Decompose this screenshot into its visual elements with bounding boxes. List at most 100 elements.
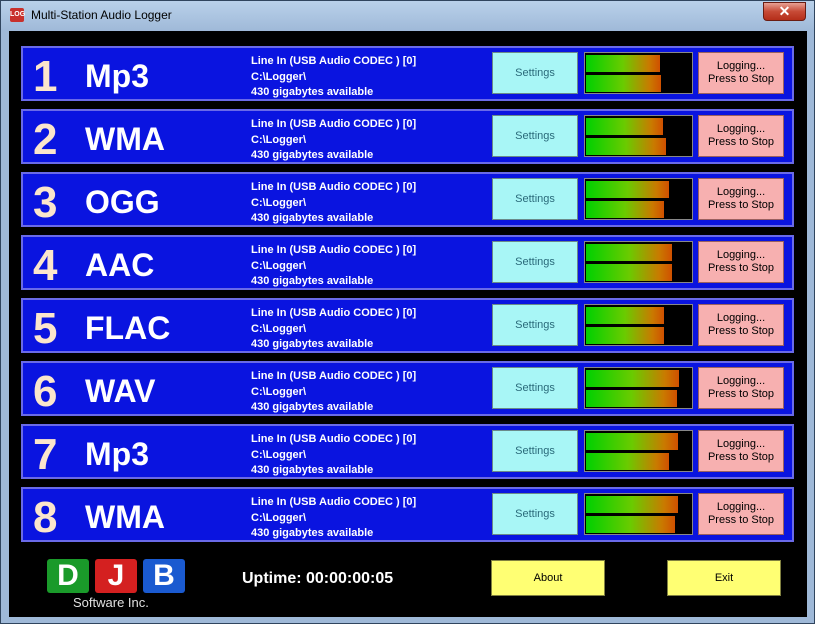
level-bar-right: [586, 264, 672, 281]
disk-space: 430 gigabytes available: [251, 464, 374, 476]
input-device: Line In (USB Audio CODEC ) [0]: [251, 55, 417, 67]
output-path: C:\Logger\: [251, 385, 306, 398]
station-format: OGG: [85, 184, 160, 220]
station-format: WMA: [85, 121, 165, 157]
logging-stop-button[interactable]: Logging... Press to Stop: [698, 52, 784, 94]
level-bar-left: [586, 496, 678, 513]
level-bar-left: [586, 433, 678, 450]
station-info: Line In (USB Audio CODEC ) [0] C:\Logger\…: [251, 495, 416, 542]
logging-stop-button[interactable]: Logging... Press to Stop: [698, 115, 784, 157]
station-row-7: 7 Mp3 Line In (USB Audio CODEC ) [0] C:\Log…: [21, 424, 794, 479]
level-meter: [584, 493, 693, 535]
logging-action: Press to Stop: [707, 514, 775, 526]
logo-letter-b: B: [143, 559, 185, 593]
input-device: Line In (USB Audio CODEC ) [0]: [251, 496, 417, 508]
settings-button[interactable]: Settings: [492, 178, 578, 220]
level-bar-right: [586, 138, 666, 155]
station-number: 4: [33, 241, 58, 290]
settings-button[interactable]: Settings: [492, 493, 578, 535]
close-button[interactable]: ✕: [763, 2, 806, 21]
station-number: 3: [33, 178, 58, 227]
logging-action: Press to Stop: [707, 136, 775, 148]
logging-status: Logging...: [716, 123, 766, 135]
level-meter: [584, 115, 693, 157]
station-row-4: 4 AAC Line In (USB Audio CODEC ) [0] C:\Log…: [21, 235, 794, 290]
station-row-8: 8 WMA Line In (USB Audio CODEC ) [0] C:\Log…: [21, 487, 794, 542]
output-path: C:\Logger\: [251, 196, 306, 209]
level-bar-left: [586, 118, 663, 135]
app-icon: LOG: [10, 8, 25, 22]
logging-action: Press to Stop: [707, 325, 775, 337]
logging-status: Logging...: [716, 60, 766, 72]
logging-stop-button[interactable]: Logging... Press to Stop: [698, 178, 784, 220]
level-bar-left: [586, 307, 664, 324]
disk-space: 430 gigabytes available: [251, 275, 374, 287]
logging-stop-button[interactable]: Logging... Press to Stop: [698, 493, 784, 535]
level-meter: [584, 430, 693, 472]
settings-button[interactable]: Settings: [492, 367, 578, 409]
logging-status: Logging...: [716, 312, 766, 324]
settings-button[interactable]: Settings: [492, 430, 578, 472]
exit-button[interactable]: Exit: [667, 560, 781, 596]
settings-button[interactable]: Settings: [492, 241, 578, 283]
station-number: 5: [33, 304, 58, 353]
level-bar-right: [586, 327, 664, 344]
djb-logo: D J B Software Inc.: [47, 559, 187, 610]
station-number: 2: [33, 115, 58, 164]
logging-status: Logging...: [716, 501, 766, 513]
logging-status: Logging...: [716, 375, 766, 387]
station-info: Line In (USB Audio CODEC ) [0] C:\Logger\…: [251, 369, 416, 416]
station-format: WAV: [85, 373, 156, 409]
station-format: FLAC: [85, 310, 171, 346]
logging-stop-button[interactable]: Logging... Press to Stop: [698, 367, 784, 409]
title-bar[interactable]: LOG Multi-Station Audio Logger ✕: [1, 1, 814, 31]
station-info: Line In (USB Audio CODEC ) [0] C:\Logger\…: [251, 180, 416, 227]
input-device: Line In (USB Audio CODEC ) [0]: [251, 118, 417, 130]
window-title: Multi-Station Audio Logger: [31, 8, 172, 22]
output-path: C:\Logger\: [251, 133, 306, 146]
station-number: 6: [33, 367, 58, 416]
station-format: Mp3: [85, 58, 149, 94]
logging-stop-button[interactable]: Logging... Press to Stop: [698, 304, 784, 346]
settings-button[interactable]: Settings: [492, 115, 578, 157]
output-path: C:\Logger\: [251, 259, 306, 272]
station-row-2: 2 WMA Line In (USB Audio CODEC ) [0] C:\Log…: [21, 109, 794, 164]
station-row-3: 3 OGG Line In (USB Audio CODEC ) [0] C:\Log…: [21, 172, 794, 227]
logging-action: Press to Stop: [707, 451, 775, 463]
logging-stop-button[interactable]: Logging... Press to Stop: [698, 241, 784, 283]
logo-letter-d: D: [47, 559, 89, 593]
logging-status: Logging...: [716, 186, 766, 198]
input-device: Line In (USB Audio CODEC ) [0]: [251, 181, 417, 193]
station-number: 1: [33, 52, 58, 101]
station-row-1: 1 Mp3 Line In (USB Audio CODEC ) [0] C:\Log…: [21, 46, 794, 101]
level-bar-left: [586, 55, 660, 72]
disk-space: 430 gigabytes available: [251, 212, 374, 224]
disk-space: 430 gigabytes available: [251, 149, 374, 161]
logging-action: Press to Stop: [707, 262, 775, 274]
station-row-5: 5 FLAC Line In (USB Audio CODEC ) [0] C:\Lo…: [21, 298, 794, 353]
station-format: WMA: [85, 499, 165, 535]
level-bar-right: [586, 201, 664, 218]
logging-action: Press to Stop: [707, 199, 775, 211]
logging-status: Logging...: [716, 249, 766, 261]
output-path: C:\Logger\: [251, 322, 306, 335]
station-info: Line In (USB Audio CODEC ) [0] C:\Logger\…: [251, 432, 416, 479]
logging-stop-button[interactable]: Logging... Press to Stop: [698, 430, 784, 472]
level-bar-right: [586, 390, 677, 407]
settings-button[interactable]: Settings: [492, 52, 578, 94]
output-path: C:\Logger\: [251, 448, 306, 461]
settings-button[interactable]: Settings: [492, 304, 578, 346]
app-window: LOG Multi-Station Audio Logger ✕ 1 Mp3 Lin…: [0, 0, 815, 624]
client-area: 1 Mp3 Line In (USB Audio CODEC ) [0] C:\Log…: [9, 31, 807, 617]
station-format: Mp3: [85, 436, 149, 472]
level-bar-right: [586, 516, 675, 533]
logo-letter-j: J: [95, 559, 137, 593]
level-bar-right: [586, 453, 669, 470]
input-device: Line In (USB Audio CODEC ) [0]: [251, 433, 417, 445]
disk-space: 430 gigabytes available: [251, 527, 374, 539]
output-path: C:\Logger\: [251, 70, 306, 83]
about-button[interactable]: About: [491, 560, 605, 596]
station-format: AAC: [85, 247, 155, 283]
disk-space: 430 gigabytes available: [251, 86, 374, 98]
input-device: Line In (USB Audio CODEC ) [0]: [251, 307, 417, 319]
